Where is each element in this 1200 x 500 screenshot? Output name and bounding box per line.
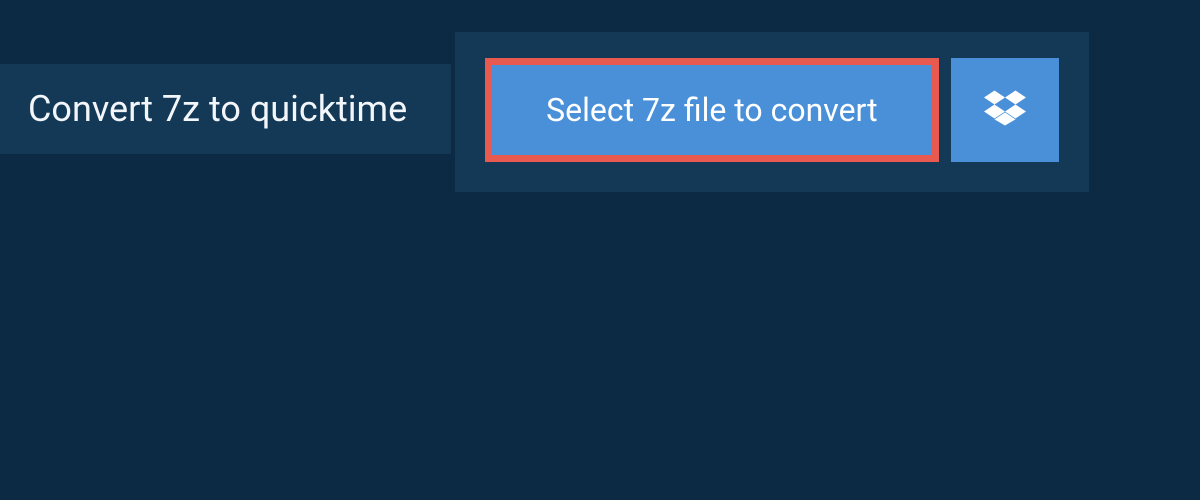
converter-panel: Select 7z file to convert [455, 32, 1088, 192]
page-title: Convert 7z to quicktime [28, 88, 407, 130]
dropbox-icon [984, 87, 1026, 133]
select-file-label: Select 7z file to convert [546, 91, 877, 129]
button-row: Select 7z file to convert [485, 58, 1058, 162]
select-file-button[interactable]: Select 7z file to convert [485, 58, 938, 162]
title-bar: Convert 7z to quicktime [0, 64, 451, 154]
dropbox-button[interactable] [951, 58, 1059, 162]
